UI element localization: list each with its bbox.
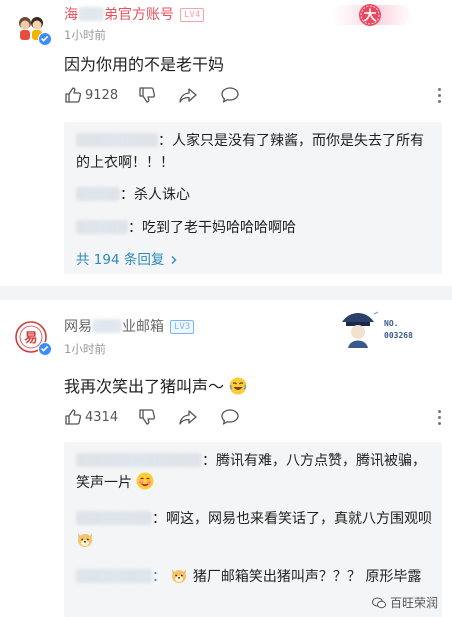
blurred-text bbox=[76, 453, 202, 467]
reply-item[interactable]: ：腾讯有难，八方点赞，腾讯被骗，笑声一片 bbox=[76, 450, 434, 494]
laughing-emoji-icon bbox=[229, 377, 247, 395]
avatar-pendant: NO. 003268 bbox=[336, 308, 436, 350]
chevron-right-icon bbox=[169, 252, 179, 268]
watermark-text: 百旺荣润 bbox=[389, 596, 438, 610]
username-prefix: 海 bbox=[64, 7, 78, 23]
comment-actions: 9128 bbox=[64, 86, 452, 108]
dislike-icon bbox=[138, 408, 156, 426]
dog-emoji-icon bbox=[170, 566, 188, 584]
comment-button[interactable] bbox=[220, 86, 240, 104]
comment-button[interactable] bbox=[220, 408, 240, 426]
reply-item[interactable]: ：杀人诛心 bbox=[76, 184, 434, 206]
username[interactable]: 网易 业邮箱 LV3 bbox=[64, 316, 195, 336]
verified-icon bbox=[38, 342, 52, 356]
username-prefix: 网易 bbox=[64, 319, 92, 335]
reply-item[interactable]: ：人家只是没有了辣酱，而你是失去了所有的上衣啊！！！ bbox=[76, 130, 434, 174]
reply-text: ：啊这，网易也来看笑话了，真就八方围观呗 bbox=[152, 511, 432, 527]
more-icon[interactable] bbox=[438, 410, 442, 428]
comment-actions: 4314 bbox=[64, 408, 452, 430]
blurred-text bbox=[76, 220, 128, 234]
reply-username[interactable] bbox=[76, 133, 158, 149]
blurred-text bbox=[76, 187, 120, 201]
like-icon bbox=[64, 86, 82, 104]
avatar[interactable] bbox=[14, 10, 52, 46]
comment-text: 因为你用的不是老干妈 bbox=[64, 55, 225, 74]
dog-emoji-icon bbox=[76, 530, 94, 548]
comment-text-body: 我再次笑出了猪叫声～ bbox=[64, 377, 225, 396]
share-button[interactable] bbox=[178, 408, 198, 426]
dislike-icon bbox=[138, 86, 156, 104]
blurred-text bbox=[76, 511, 152, 525]
share-icon bbox=[178, 86, 198, 104]
reply-count: 共 194 条回复 bbox=[76, 252, 165, 268]
reply-username[interactable] bbox=[76, 511, 152, 527]
watermark: 百旺荣润 bbox=[371, 594, 438, 611]
reply-username[interactable] bbox=[76, 187, 120, 203]
reply-text: 猪厂邮箱笑出猪叫声？？？ 原形毕露 bbox=[192, 569, 422, 585]
comment-item: 易 网易 业邮箱 LV3 NO. 003268 1小时前 我再次笑出了猪叫声～ bbox=[0, 300, 452, 617]
comment-icon bbox=[220, 86, 240, 104]
like-button[interactable]: 9128 bbox=[64, 86, 118, 104]
reply-box: ：人家只是没有了辣酱，而你是失去了所有的上衣啊！！！ ：杀人诛心 ：吃到了老干妈… bbox=[64, 122, 442, 274]
blush-emoji-icon bbox=[136, 472, 154, 490]
comment-text: 我再次笑出了猪叫声～ bbox=[64, 373, 247, 397]
blurred-text bbox=[76, 133, 158, 147]
reply-item[interactable]: ：啊这，网易也来看笑话了，真就八方围观呗 bbox=[76, 508, 434, 552]
reply-item[interactable]: ：吃到了老干妈哈哈哈啊哈 bbox=[76, 217, 434, 239]
dislike-button[interactable] bbox=[138, 408, 156, 426]
reply-box: ：腾讯有难，八方点赞，腾讯被骗，笑声一片 ：啊这，网易也来看笑话了，真就八方围观… bbox=[64, 442, 442, 617]
verified-icon bbox=[38, 32, 52, 46]
comment-item: 海 弟官方账号 LV4 大 1小时前 因为你用的不是老干妈 9128 ：人家只是没… bbox=[0, 0, 452, 286]
level-badge: LV3 bbox=[170, 320, 195, 334]
avatar[interactable]: 易 bbox=[14, 320, 52, 356]
blurred-text bbox=[92, 319, 122, 333]
wechat-icon bbox=[371, 597, 386, 609]
like-icon bbox=[64, 408, 82, 426]
reply-username[interactable] bbox=[76, 453, 202, 469]
comment-icon bbox=[220, 408, 240, 426]
level-badge: LV4 bbox=[180, 8, 205, 22]
view-all-replies-link[interactable]: 共 194 条回复 bbox=[76, 248, 179, 268]
reply-text: ：杀人诛心 bbox=[120, 187, 190, 203]
blurred-text bbox=[78, 7, 104, 21]
more-icon[interactable] bbox=[438, 88, 442, 106]
username[interactable]: 海 弟官方账号 LV4 bbox=[64, 4, 205, 24]
divider bbox=[0, 286, 452, 300]
username-suffix: 业邮箱 bbox=[122, 319, 164, 335]
dislike-button[interactable] bbox=[138, 86, 156, 104]
decoration-char: 大 bbox=[363, 8, 376, 24]
pendant-number: 003268 bbox=[384, 331, 413, 340]
pendant-label: NO. bbox=[384, 319, 398, 328]
reply-text: ：吃到了老干妈哈哈哈啊哈 bbox=[128, 220, 296, 236]
timestamp: 1小时前 bbox=[64, 28, 106, 42]
share-button[interactable] bbox=[178, 86, 198, 104]
timestamp: 1小时前 bbox=[64, 342, 106, 356]
like-button[interactable]: 4314 bbox=[64, 408, 118, 426]
like-count: 9128 bbox=[85, 87, 119, 103]
svg-text:易: 易 bbox=[24, 331, 37, 346]
username-suffix: 弟官方账号 bbox=[104, 7, 174, 23]
decoration-badge: 大 bbox=[330, 2, 410, 28]
reply-username[interactable] bbox=[76, 220, 128, 236]
blurred-text bbox=[76, 569, 152, 583]
share-icon bbox=[178, 408, 198, 426]
like-count: 4314 bbox=[85, 409, 119, 425]
reply-item[interactable]: ： 猪厂邮箱笑出猪叫声？？？ 原形毕露 bbox=[76, 566, 434, 588]
reply-username[interactable]: ： bbox=[76, 569, 166, 585]
